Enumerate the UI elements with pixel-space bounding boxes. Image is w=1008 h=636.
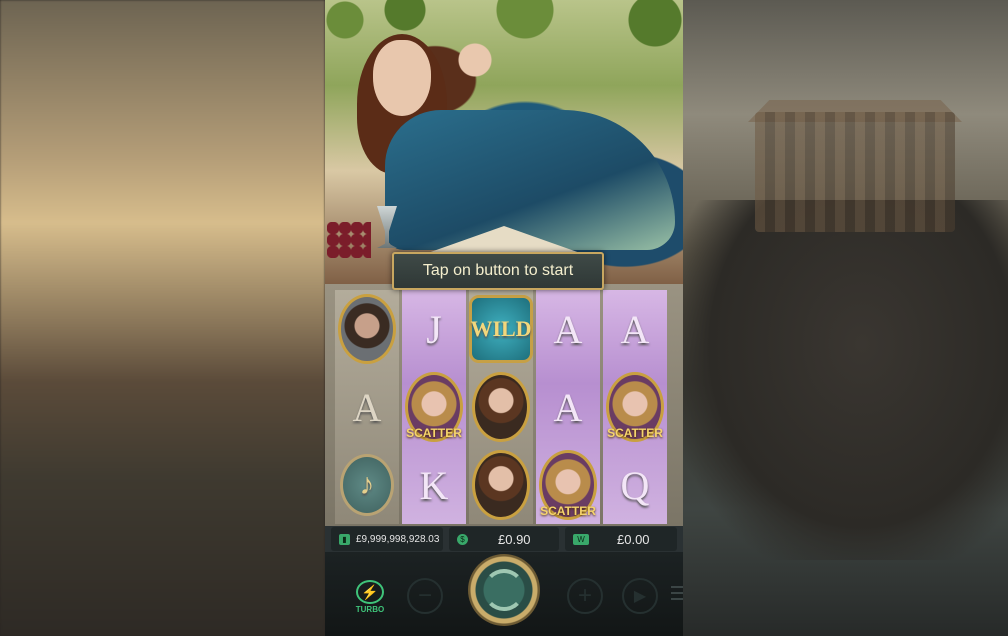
symbol-k: K: [419, 462, 449, 508]
minus-icon: −: [407, 578, 443, 614]
symbol-warrior: [335, 290, 399, 368]
play-icon: ▶: [622, 578, 658, 614]
balance-box: ▮ £9,999,998,928.03: [331, 527, 443, 551]
goddess-portrait-icon: [472, 372, 530, 442]
grapes-icon: [327, 222, 371, 258]
win-icon: W: [573, 533, 589, 545]
spin-button[interactable]: [468, 554, 540, 626]
reel-3: WILD: [469, 290, 533, 524]
bet-box: $ £0.90: [449, 527, 559, 551]
menu-icon[interactable]: [671, 586, 683, 600]
lightning-icon: ⚡: [356, 580, 384, 604]
reel-5: A SCATTER Q: [603, 290, 667, 524]
symbol-goddess: [469, 446, 533, 524]
turbo-button[interactable]: ⚡ TURBO: [353, 580, 387, 614]
symbol-wild: WILD: [469, 290, 533, 368]
goddess-face: [373, 40, 431, 116]
symbol-scatter: SCATTER: [402, 368, 466, 446]
increase-bet-button[interactable]: +: [567, 578, 603, 614]
spin-arrows-icon: [483, 569, 525, 611]
background-left-landscape: [0, 0, 325, 636]
symbol-a: A: [352, 384, 382, 430]
win-value: £0.00: [617, 531, 650, 547]
win-box: W £0.00: [565, 527, 677, 551]
symbol-j: J: [426, 306, 442, 352]
symbol-lyre: ♪: [335, 446, 399, 524]
scatter-label: SCATTER: [540, 504, 596, 518]
start-prompt: Tap on button to start: [392, 252, 604, 290]
reel-4: A A SCATTER: [536, 290, 600, 524]
decrease-bet-button[interactable]: −: [407, 578, 443, 614]
symbol-scatter: SCATTER: [536, 446, 600, 524]
coin-icon: $: [457, 533, 468, 545]
reel-2: J SCATTER K: [402, 290, 466, 524]
lyre-icon: ♪: [340, 454, 394, 516]
balance-value: £9,999,998,928.03: [356, 533, 440, 545]
warrior-portrait-icon: [338, 294, 396, 364]
background-temple: [755, 112, 955, 232]
symbol-a: A: [553, 306, 583, 352]
plus-icon: +: [567, 578, 603, 614]
bet-value: £0.90: [498, 531, 531, 547]
reel-1: A ♪: [335, 290, 399, 524]
symbol-scatter: SCATTER: [603, 368, 667, 446]
wallet-icon: ▮: [339, 533, 350, 545]
background-cliff: [683, 200, 1008, 560]
symbol-goddess: [469, 368, 533, 446]
symbol-a: A: [553, 384, 583, 430]
scatter-label: SCATTER: [406, 426, 462, 440]
symbol-a: A: [620, 306, 650, 352]
goddess-portrait-icon: [472, 450, 530, 520]
scatter-label: SCATTER: [607, 426, 663, 440]
wild-label: WILD: [469, 295, 533, 363]
game-canvas[interactable]: Tap on button to start A ♪ J SCATTER K WILD A A…: [325, 0, 683, 636]
symbol-q: Q: [620, 462, 650, 508]
turbo-label: TURBO: [355, 605, 385, 614]
autoplay-button[interactable]: ▶: [622, 578, 658, 614]
